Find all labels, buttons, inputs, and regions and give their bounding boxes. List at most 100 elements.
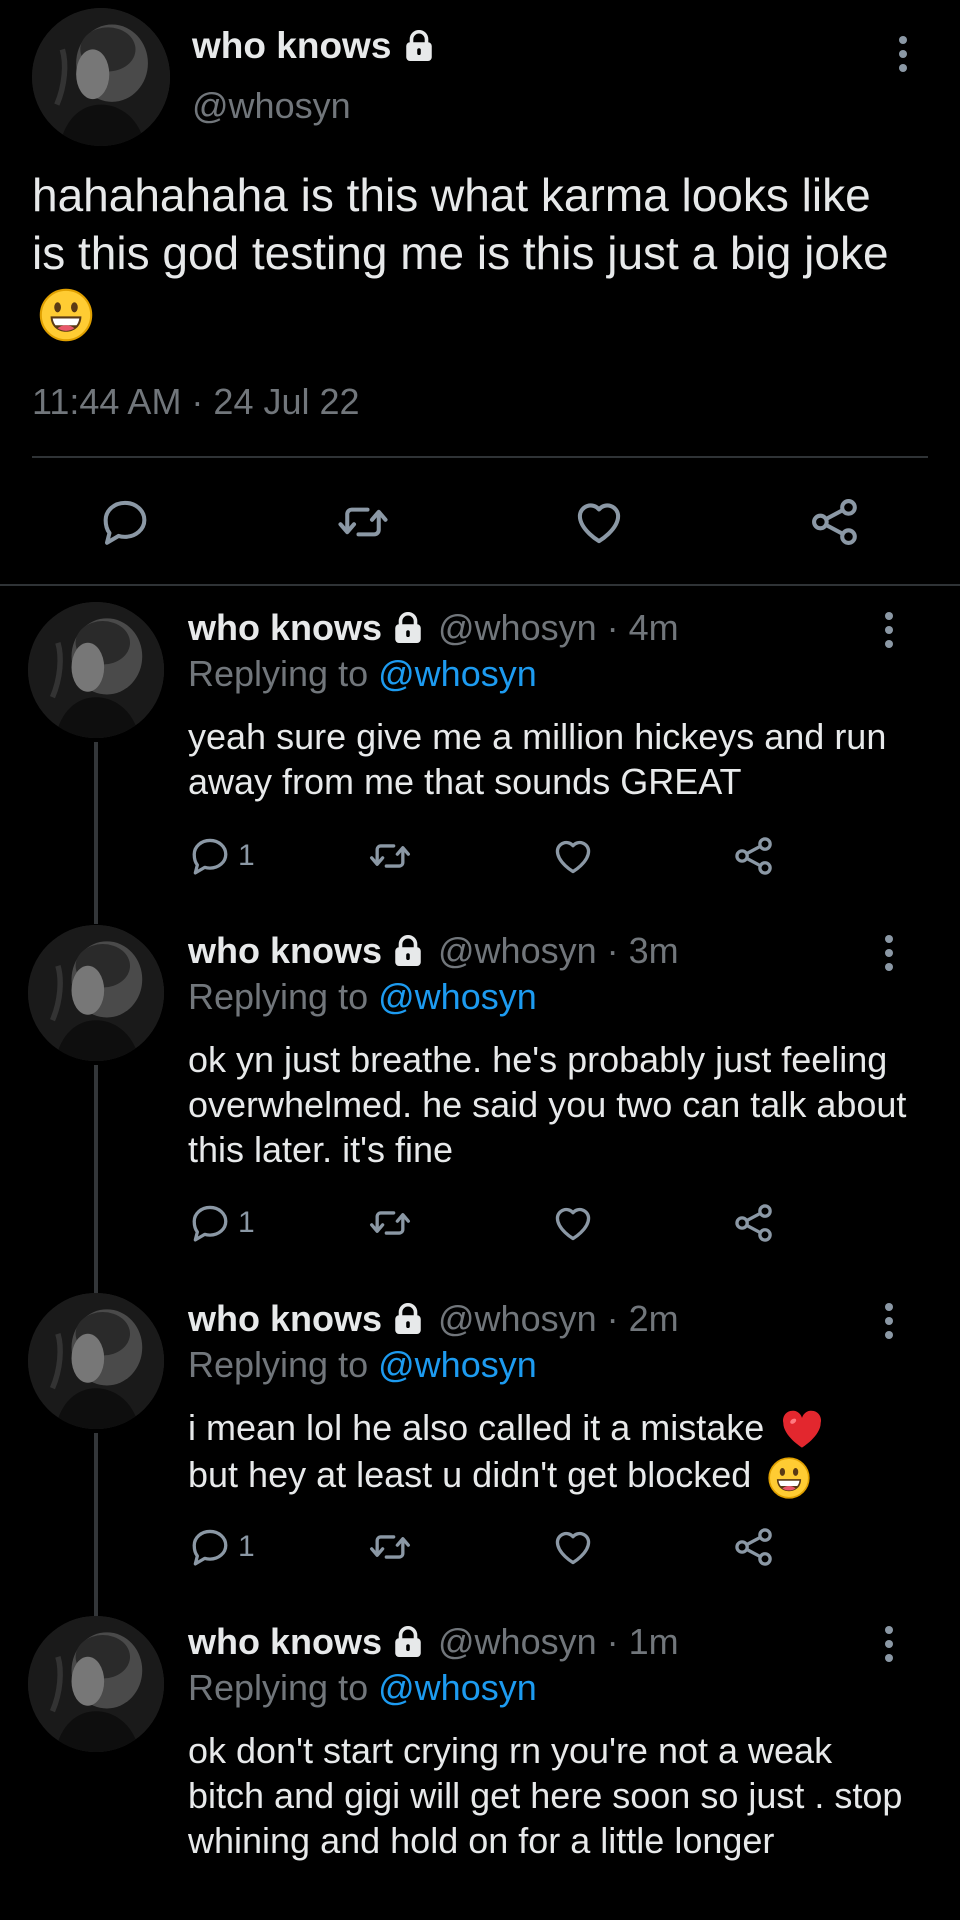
more-vertical-icon-dot: [885, 1640, 893, 1648]
handle-time[interactable]: @whosyn · 4m: [438, 606, 679, 650]
more-vertical-icon-dot: [885, 626, 893, 634]
reply-icon: [98, 495, 152, 549]
section-divider: [0, 584, 960, 586]
handle-time[interactable]: @whosyn · 3m: [438, 929, 679, 973]
replying-to: Replying to @whosyn: [188, 1666, 537, 1710]
more-options-button[interactable]: [874, 1299, 904, 1343]
reply-tweet[interactable]: who knows @whosyn · 3m Replying to @whos…: [0, 925, 960, 1293]
reply-icon: [188, 1525, 232, 1569]
lock-icon: [390, 1624, 426, 1660]
avatar-image: [32, 8, 170, 146]
mention-link[interactable]: @whosyn: [378, 1667, 537, 1708]
divider: [32, 456, 928, 458]
avatar[interactable]: [28, 602, 164, 738]
mention-link[interactable]: @whosyn: [378, 653, 537, 694]
lock-icon: [390, 610, 426, 646]
avatar[interactable]: [28, 925, 164, 1061]
retweet-icon: [368, 834, 412, 878]
thread-line: [94, 1433, 98, 1616]
replying-to: Replying to @whosyn: [188, 652, 537, 696]
thread-line: [94, 1065, 98, 1293]
mention-link[interactable]: @whosyn: [378, 976, 537, 1017]
avatar-image: [28, 925, 164, 1061]
reply-text: ok yn just breathe. he's probably just f…: [188, 1039, 907, 1170]
reply-text: yeah sure give me a million hickeys and …: [188, 716, 887, 802]
retweet-icon: [336, 495, 390, 549]
like-button[interactable]: [551, 1201, 595, 1245]
share-button[interactable]: [732, 1201, 776, 1245]
more-options-button[interactable]: [874, 1622, 904, 1666]
retweet-button[interactable]: [336, 495, 390, 549]
reply-header: who knows @whosyn · 2m: [188, 1297, 679, 1341]
more-vertical-icon-dot: [885, 1317, 893, 1325]
reply-count: 1: [238, 1530, 255, 1563]
handle-time[interactable]: @whosyn · 2m: [438, 1297, 679, 1341]
more-vertical-icon-dot: [885, 1626, 893, 1634]
tweet-text: hahahahaha is this what karma looks like…: [32, 166, 912, 343]
retweet-button[interactable]: [368, 1525, 412, 1569]
reply-header: who knows @whosyn · 1m: [188, 1620, 679, 1664]
like-button[interactable]: [551, 1525, 595, 1569]
grinning-face-emoji-icon: [767, 1456, 811, 1500]
heart-icon: [551, 1525, 595, 1569]
reply-icon: [188, 1201, 232, 1245]
reply-tweet[interactable]: who knows @whosyn · 1m Replying to @whos…: [0, 1616, 960, 1920]
more-vertical-icon-dot: [899, 50, 907, 58]
share-icon: [732, 1525, 776, 1569]
share-button[interactable]: [732, 834, 776, 878]
more-options-button[interactable]: [874, 931, 904, 975]
display-name[interactable]: who knows: [188, 1297, 382, 1341]
more-vertical-icon-dot: [885, 612, 893, 620]
reply-header: who knows @whosyn · 3m: [188, 929, 679, 973]
avatar-image: [28, 1616, 164, 1752]
more-vertical-icon-dot: [885, 1331, 893, 1339]
display-name-text: who knows: [192, 25, 392, 66]
tweet-text-content: hahahahaha is this what karma looks like…: [32, 169, 889, 279]
share-icon: [732, 1201, 776, 1245]
share-button[interactable]: [808, 495, 862, 549]
retweet-button[interactable]: [368, 834, 412, 878]
reply-count: 1: [238, 1206, 255, 1239]
share-button[interactable]: [732, 1525, 776, 1569]
more-options-button[interactable]: [874, 608, 904, 652]
lock-icon: [390, 933, 426, 969]
avatar[interactable]: [28, 1616, 164, 1752]
mention-link[interactable]: @whosyn: [378, 1344, 537, 1385]
reply-icon: [188, 834, 232, 878]
display-name[interactable]: who knows: [188, 606, 382, 650]
reply-button[interactable]: 1: [188, 1201, 255, 1245]
reply-text: i mean lol he also called it a mistake b…: [188, 1405, 908, 1500]
reply-text: ok don't start crying rn you're not a we…: [188, 1730, 903, 1861]
like-button[interactable]: [551, 834, 595, 878]
handle-time[interactable]: @whosyn · 1m: [438, 1620, 679, 1664]
reply-button[interactable]: [98, 495, 152, 549]
more-vertical-icon-dot: [885, 640, 893, 648]
reply-header: who knows @whosyn · 4m: [188, 606, 679, 650]
retweet-icon: [368, 1201, 412, 1245]
avatar[interactable]: [28, 1293, 164, 1429]
more-vertical-icon-dot: [885, 935, 893, 943]
retweet-button[interactable]: [368, 1201, 412, 1245]
user-handle[interactable]: @whosyn: [192, 84, 351, 128]
more-options-button[interactable]: [888, 32, 918, 76]
lock-icon: [401, 28, 437, 64]
replying-to: Replying to @whosyn: [188, 975, 537, 1019]
reply-button[interactable]: 1: [188, 1525, 255, 1569]
display-name[interactable]: who knows: [192, 24, 437, 68]
like-button[interactable]: [572, 495, 626, 549]
more-vertical-icon-dot: [885, 1303, 893, 1311]
share-icon: [732, 834, 776, 878]
thread-line: [94, 742, 98, 924]
more-vertical-icon-dot: [885, 963, 893, 971]
display-name[interactable]: who knows: [188, 1620, 382, 1664]
display-name[interactable]: who knows: [188, 929, 382, 973]
replying-label: Replying to: [188, 1667, 369, 1708]
lock-icon: [390, 1301, 426, 1337]
reply-tweet[interactable]: who knows @whosyn · 4m Replying to @whos…: [0, 602, 960, 924]
avatar[interactable]: [32, 8, 170, 146]
retweet-icon: [368, 1525, 412, 1569]
tweet-timestamp[interactable]: 11:44 AM · 24 Jul 22: [32, 380, 360, 424]
reply-tweet[interactable]: who knows @whosyn · 2m Replying to @whos…: [0, 1293, 960, 1616]
reply-button[interactable]: 1: [188, 834, 255, 878]
reply-text-line2: but hey at least u didn't get blocked: [188, 1454, 752, 1496]
